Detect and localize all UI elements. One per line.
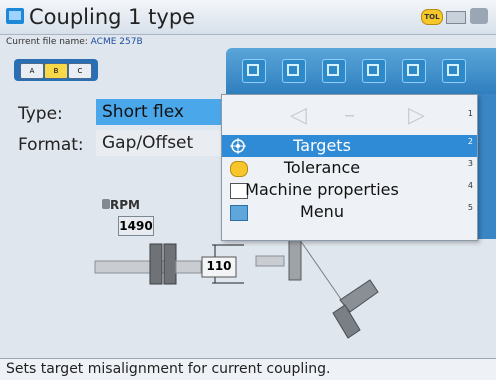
coupling-link (175, 260, 202, 274)
rpm-icon (102, 199, 110, 209)
context-menu: ◁ – ▷ 1 Targets 2 Tolerance 3 Machine pr… (221, 94, 478, 241)
nav-center-icon: – (344, 103, 355, 128)
menu-item-number: 4 (467, 181, 473, 190)
function-toolbar (226, 48, 496, 94)
menu-item-menu[interactable]: Menu 5 (222, 201, 477, 223)
left-shaft (94, 260, 176, 274)
side-tab[interactable] (476, 94, 496, 239)
menu-item-label: Tolerance (283, 158, 361, 177)
left-coupling-half (149, 243, 163, 285)
menu-item-label: Menu (300, 202, 344, 221)
right-shaft (255, 255, 285, 267)
menu-item-number: 2 (467, 137, 473, 146)
menu-item-targets[interactable]: Targets 2 (222, 135, 477, 157)
measure-icon[interactable] (322, 59, 346, 83)
sensor-line (299, 239, 346, 306)
menu-item-number: 3 (467, 159, 473, 168)
rpm-label: RPM (110, 198, 140, 212)
menu-item-number: 5 (467, 203, 473, 212)
menu-item-label: Targets (293, 136, 351, 155)
menu-item-tolerance[interactable]: Tolerance 3 (222, 157, 477, 179)
nav-left-arrow-icon[interactable]: ◁ (290, 103, 307, 128)
coupling-icon[interactable] (282, 59, 306, 83)
machine-layout-icon[interactable] (242, 59, 266, 83)
nav-right-arrow-icon[interactable]: ▷ (408, 103, 425, 128)
menu-item-label: Machine properties (245, 180, 399, 199)
menu-nav-row: ◁ – ▷ 1 (222, 95, 477, 133)
rpm-value[interactable]: 1490 (118, 216, 154, 236)
flip-icon[interactable] (442, 59, 466, 83)
left-coupling-half-2 (163, 243, 177, 285)
sensor-bracket-2 (332, 304, 361, 339)
right-coupling-half (288, 239, 302, 281)
nav-number: 1 (467, 109, 473, 118)
menu-item-machine-properties[interactable]: Machine properties 4 (222, 179, 477, 201)
dimension-value[interactable]: 110 (202, 259, 236, 273)
status-bar: Sets target misalignment for current cou… (0, 358, 496, 380)
trend-icon[interactable] (402, 59, 426, 83)
results-icon[interactable] (362, 59, 386, 83)
status-text: Sets target misalignment for current cou… (6, 361, 331, 377)
